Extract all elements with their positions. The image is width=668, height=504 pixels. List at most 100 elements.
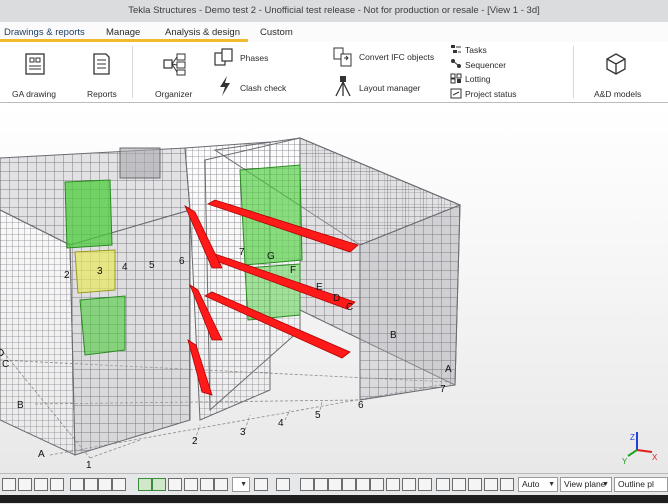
select-weld-tool-icon[interactable] <box>168 478 182 491</box>
tab-manage[interactable]: Manage <box>106 27 140 38</box>
selection-filter-combo[interactable]: ▼ <box>232 477 250 492</box>
sequencer-icon <box>451 59 461 68</box>
grid-label-inner-3: 3 <box>97 266 103 277</box>
ribbon-tabs: Drawings & reports Manage Analysis & des… <box>0 22 668 43</box>
grid-label-right-e: E <box>316 282 323 293</box>
snap-center-icon[interactable] <box>314 478 328 491</box>
grid-label-front-5: 5 <box>315 410 321 421</box>
snap-reference-icon[interactable] <box>436 478 450 491</box>
outline-plane-combo-value: Outline pl <box>618 479 654 489</box>
grid-label-front-c: C <box>2 359 9 370</box>
grid-label-front-2: 2 <box>192 436 198 447</box>
grid-label-right-d: D <box>333 293 340 304</box>
project-status-label: Project status <box>465 89 517 99</box>
taskbar-edge <box>0 495 668 503</box>
project-status-icon <box>450 88 462 99</box>
auto-combo[interactable]: Auto ▼ <box>518 477 558 492</box>
axis-label-y: Y <box>622 457 628 466</box>
sequencer-label: Sequencer <box>465 60 507 70</box>
grid-label-right-b: B <box>390 330 397 341</box>
snap-geometry-icon[interactable] <box>452 478 466 491</box>
select-active-tool-icon[interactable] <box>138 478 152 491</box>
select-surface-tool-icon[interactable] <box>214 478 228 491</box>
snap-object-icon[interactable] <box>468 478 482 491</box>
select-bracket-tool-icon[interactable] <box>70 478 84 491</box>
grid-label-right-7b: 7 <box>239 247 245 258</box>
phases-label: Phases <box>240 53 269 63</box>
phases-icon <box>214 48 233 66</box>
snap-free-icon[interactable] <box>418 478 432 491</box>
select-parts-tool-icon[interactable] <box>18 478 32 491</box>
clash-check-label: Clash check <box>240 83 287 93</box>
model-3d-view: 1 2 3 4 5 6 A B C D A 7 B C D E F G 7 2 … <box>0 137 658 471</box>
view-plane-combo[interactable]: View plane ▼ <box>560 477 612 492</box>
grid-label-front-1: 1 <box>86 460 92 471</box>
tasks-label: Tasks <box>465 45 487 55</box>
select-rebar-tool-icon[interactable] <box>200 478 214 491</box>
grid-label-right-a: A <box>445 364 452 375</box>
snap-perpendicular-icon[interactable] <box>356 478 370 491</box>
select-range-tool-icon[interactable] <box>98 478 112 491</box>
grid-label-front-4: 4 <box>278 418 284 429</box>
select-offset-tool-icon[interactable] <box>112 478 126 491</box>
organizer-icon <box>163 53 186 76</box>
ga-drawing-label: GA drawing <box>12 89 56 99</box>
lotting-icon <box>450 73 462 84</box>
view-plane-combo-value: View plane <box>564 479 606 489</box>
organizer-label: Organizer <box>155 89 193 99</box>
snap-grid-icon[interactable] <box>484 478 498 491</box>
grid-label-front-a: A <box>38 449 45 460</box>
grid-label-front-b: B <box>17 400 24 411</box>
ribbon-separator <box>573 46 574 98</box>
select-span-tool-icon[interactable] <box>84 478 98 491</box>
tab-drawings-reports[interactable]: Drawings & reports <box>4 27 85 38</box>
convert-ifc-icon <box>333 47 352 67</box>
grid-label-right-f: F <box>290 265 296 276</box>
convert-ifc-label: Convert IFC objects <box>359 52 435 62</box>
cube-icon <box>606 53 626 75</box>
tab-custom[interactable]: Custom <box>260 27 293 38</box>
grid-label-inner-2: 2 <box>64 270 70 281</box>
axis-triad-icon: Z X Y <box>622 432 658 466</box>
grid-label-inner-5: 5 <box>149 260 155 271</box>
ga-drawing-icon <box>25 53 45 75</box>
snap-extension-icon[interactable] <box>370 478 384 491</box>
grid-label-inner-4: 4 <box>122 262 128 273</box>
snap-intersection-icon[interactable] <box>342 478 356 491</box>
axis-label-z: Z <box>630 433 635 442</box>
snap-plane-icon[interactable] <box>500 478 514 491</box>
lotting-label: Lotting <box>465 74 491 84</box>
select-assembly-tool-icon[interactable] <box>152 478 166 491</box>
snap-nearest-icon[interactable] <box>386 478 400 491</box>
reports-icon <box>93 53 110 75</box>
grid-label-right-7: 7 <box>440 384 446 395</box>
snap-line-icon[interactable] <box>402 478 416 491</box>
snap-end-icon[interactable] <box>300 478 314 491</box>
tasks-icon <box>451 45 461 53</box>
auto-combo-value: Auto <box>522 479 540 489</box>
tab-analysis-design[interactable]: Analysis & design <box>165 27 240 38</box>
lightning-icon <box>220 76 230 96</box>
grid-label-right-g: G <box>267 251 275 262</box>
title-bar: Tekla Structures - Demo test 2 - Unoffic… <box>0 0 668 23</box>
grid-label-front-6: 6 <box>358 400 364 411</box>
outline-plane-combo[interactable]: Outline pl <box>614 477 668 492</box>
reports-label: Reports <box>87 89 117 99</box>
grid-label-inner-6: 6 <box>179 256 185 267</box>
select-grid-tool-icon[interactable] <box>50 478 64 491</box>
grid-label-front-d: D <box>0 348 4 359</box>
snap-point-icon[interactable] <box>276 478 290 491</box>
snap-settings-icon[interactable] <box>254 478 268 491</box>
ribbon-separator <box>132 46 133 98</box>
axis-label-x: X <box>652 453 658 462</box>
select-bolt-tool-icon[interactable] <box>184 478 198 491</box>
select-layers-tool-icon[interactable] <box>34 478 48 491</box>
ribbon: GA drawing Reports Organizer Phases Clas… <box>0 42 668 103</box>
grid-label-right-c: C <box>346 302 353 313</box>
model-viewport[interactable]: 1 2 3 4 5 6 A B C D A 7 B C D E F G 7 2 … <box>0 103 668 473</box>
layout-manager-label: Layout manager <box>359 83 421 93</box>
grid-label-front-3: 3 <box>240 427 246 438</box>
tripod-icon <box>335 76 351 97</box>
select-all-tool-icon[interactable] <box>2 478 16 491</box>
snap-mid-icon[interactable] <box>328 478 342 491</box>
